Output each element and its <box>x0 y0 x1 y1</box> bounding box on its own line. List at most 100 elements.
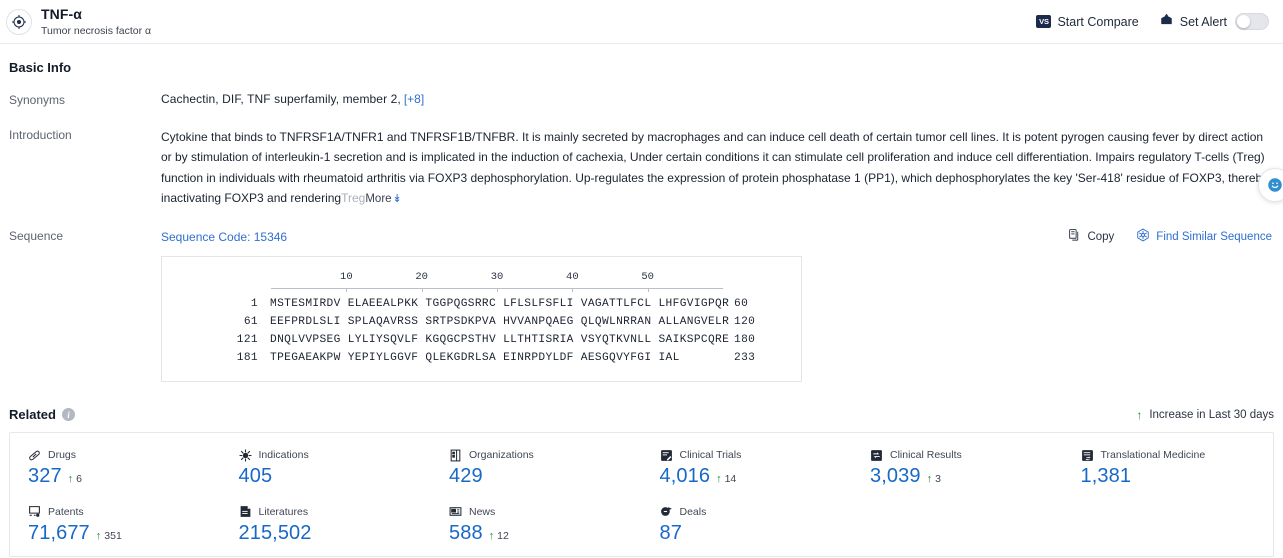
related-card-header: News <box>449 504 642 520</box>
related-card-clinical-trials[interactable]: Clinical Trials 4,016 ↑ 14 <box>642 443 853 500</box>
related-card-header: Clinical Results <box>870 447 1063 463</box>
related-card-header: Clinical Trials <box>660 447 853 463</box>
related-card-value-row: 429 <box>449 465 642 488</box>
up-arrow-icon: ↑ <box>926 473 933 486</box>
related-card-header: Literatures <box>239 504 432 520</box>
related-card-value-row: 87 <box>660 522 853 545</box>
related-card-count[interactable]: 71,677 <box>28 522 90 545</box>
related-card-delta-value: 6 <box>76 473 83 486</box>
related-card-translational-medicine[interactable]: Translational Medicine 1,381 <box>1063 443 1274 500</box>
ruler-tick-label: 30 <box>490 271 504 284</box>
related-card-header: Drugs <box>28 447 221 463</box>
related-card-label: Patents <box>48 505 84 518</box>
legend-label: Increase in Last 30 days <box>1149 408 1274 421</box>
vs-icon: VS <box>1036 15 1052 28</box>
sequence-line: 181 TPEGAEAKPW YEPIYLGGVF QLEKGDRLSA EINR… <box>162 349 801 367</box>
related-card-label: Deals <box>679 505 707 518</box>
related-card-delta: ↑ 12 <box>489 530 509 542</box>
related-card-label: Organizations <box>469 449 534 462</box>
related-card-count[interactable]: 215,502 <box>239 522 312 545</box>
related-card-header: Translational Medicine <box>1081 447 1274 463</box>
sequence-tools: Copy Find Similar Sequence <box>1068 228 1274 245</box>
basic-info-heading: Basic Info <box>9 60 72 75</box>
set-alert-label: Set Alert <box>1179 14 1227 29</box>
related-card-header: Indications <box>239 447 432 463</box>
related-card-count[interactable]: 327 <box>28 465 62 488</box>
up-arrow-icon: ↑ <box>95 529 102 542</box>
app-header: TNF-α Tumor necrosis factor α VS Start C… <box>0 0 1283 44</box>
related-card-value-row: 4,016 ↑ 14 <box>660 465 853 488</box>
related-card-count[interactable]: 405 <box>239 465 273 488</box>
related-card-value-row: 405 <box>239 465 432 488</box>
synonyms-value-wrap: Cachectin, DIF, TNF superfamily, member … <box>161 92 1274 106</box>
related-card-value-row: 588 ↑ 12 <box>449 522 642 545</box>
up-arrow-icon: ↑ <box>1136 407 1143 422</box>
related-card-value-row: 3,039 ↑ 3 <box>870 465 1063 488</box>
header-actions: VS Start Compare Set Alert <box>1036 13 1269 30</box>
related-cards-grid: Drugs 327 ↑ 6 Indications 405 Organizations 429… <box>9 432 1274 558</box>
synonyms-more-link[interactable]: [+8] <box>404 92 424 106</box>
related-legend: ↑ Increase in Last 30 days <box>1136 409 1274 421</box>
sequence-start-index: 121 <box>236 334 258 347</box>
building-icon <box>449 449 462 462</box>
related-card-count[interactable]: 429 <box>449 465 483 488</box>
related-card-news[interactable]: News 588 ↑ 12 <box>431 500 642 557</box>
info-icon[interactable]: i <box>61 408 75 422</box>
clinical-trial-icon <box>660 449 673 462</box>
related-card-count[interactable]: 588 <box>449 522 483 545</box>
related-card-value-row: 1,381 <box>1081 465 1274 488</box>
sequence-end-index: 233 <box>734 352 756 365</box>
related-card-deals[interactable]: Deals 87 <box>642 500 853 557</box>
up-arrow-icon: ↑ <box>716 473 722 486</box>
sequence-residues[interactable]: MSTESMIRDV ELAEEALPKK TGGPQGSRRC LFLSLFS… <box>270 295 729 313</box>
copy-icon <box>1068 228 1081 245</box>
introduction-row: Introduction Cytokine that binds to TNFR… <box>9 127 1274 208</box>
sequence-row: Sequence Sequence Code: 15346 Copy Find … <box>9 228 1274 383</box>
sequence-line: 61 EEFPRDLSLI SPLAQAVRSS SRTPSDKPVA HVVAN… <box>162 313 801 331</box>
related-card-label: Indications <box>258 449 309 462</box>
related-card-patents[interactable]: Patents 71,677 ↑ 351 <box>10 500 221 557</box>
related-card-delta: ↑ 3 <box>927 473 941 485</box>
related-card-delta-value: 12 <box>497 529 509 542</box>
ruler-tick <box>497 288 498 293</box>
related-card-indications[interactable]: Indications 405 <box>221 443 432 500</box>
ruler-tick-label: 20 <box>415 271 428 284</box>
sequence-end-index: 180 <box>734 334 756 347</box>
sequence-residues[interactable]: TPEGAEAKPW YEPIYLGGVF QLEKGDRLSA EINRPDY… <box>270 349 722 367</box>
introduction-label: Introduction <box>9 128 72 142</box>
ruler-tick-label: 40 <box>566 271 579 284</box>
header-identity: TNF-α Tumor necrosis factor α <box>6 6 151 37</box>
related-header: Related i ↑ Increase in Last 30 days <box>9 407 1274 422</box>
sequence-code[interactable]: Sequence Code: 15346 <box>161 230 287 244</box>
find-similar-icon <box>1136 228 1150 245</box>
related-card-count[interactable]: 4,016 <box>660 465 711 488</box>
sequence-lines: 1 MSTESMIRDV ELAEEALPKK TGGPQGSRRC LFLSLF… <box>162 295 801 367</box>
chevron-down-icon[interactable]: ↡ <box>393 193 402 205</box>
find-similar-sequence-button[interactable]: Find Similar Sequence <box>1136 228 1272 245</box>
related-card-label: Clinical Trials <box>679 449 742 462</box>
set-alert-toggle[interactable] <box>1235 13 1269 30</box>
translational-icon <box>1081 449 1094 462</box>
sequence-start-index: 61 <box>243 316 258 329</box>
set-alert-control[interactable]: Set Alert <box>1159 13 1269 30</box>
start-compare-button[interactable]: VS Start Compare <box>1036 15 1139 29</box>
related-card-delta: ↑ 14 <box>716 473 736 485</box>
introduction-more-link[interactable]: More <box>365 193 391 205</box>
related-card-header: Deals <box>660 504 853 520</box>
page-title-block: TNF-α Tumor necrosis factor α <box>41 6 151 36</box>
related-card-label: Drugs <box>48 449 77 462</box>
related-card-literatures[interactable]: Literatures 215,502 <box>221 500 432 557</box>
sequence-residues[interactable]: EEFPRDLSLI SPLAQAVRSS SRTPSDKPVA HVVANPQ… <box>270 313 729 331</box>
related-card-delta-value: 14 <box>724 473 737 486</box>
related-card-count[interactable]: 1,381 <box>1081 465 1132 488</box>
sequence-start-index: 181 <box>236 352 258 365</box>
ruler-tick-label: 10 <box>340 271 353 284</box>
related-card-count[interactable]: 3,039 <box>870 465 921 488</box>
related-card-drugs[interactable]: Drugs 327 ↑ 6 <box>10 443 221 500</box>
sequence-residues[interactable]: DNQLVVPSEG LYLIYSQVLF KGQGCPSTHV LLTHTIS… <box>270 331 729 349</box>
related-card-count[interactable]: 87 <box>660 522 682 545</box>
related-card-clinical-results[interactable]: Clinical Results 3,039 ↑ 3 <box>852 443 1063 500</box>
related-card-organizations[interactable]: Organizations 429 <box>431 443 642 500</box>
introduction-truncated-word: Treg <box>341 190 366 205</box>
copy-sequence-button[interactable]: Copy <box>1068 228 1114 245</box>
